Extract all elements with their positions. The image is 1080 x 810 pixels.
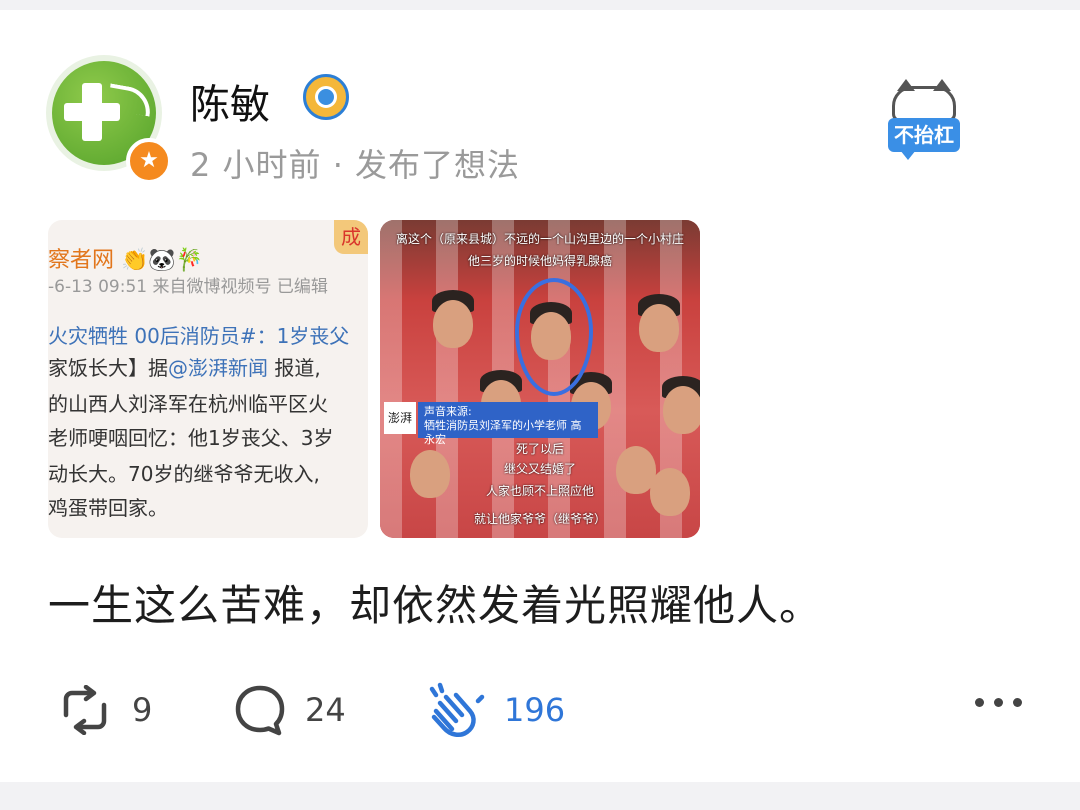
video-caption: 就让他家爷爷（继爷爷） xyxy=(473,512,606,526)
comment-count: 24 xyxy=(305,691,346,729)
comment-button[interactable]: 24 xyxy=(233,678,346,742)
mascot-tag: 不抬杠 xyxy=(888,118,960,152)
username[interactable]: 陈敏 xyxy=(190,72,270,130)
verified-star-icon: ★ xyxy=(126,138,172,184)
video-caption: 死了以后 xyxy=(515,442,564,456)
video-caption: 他三岁的时候他妈得乳腺癌 xyxy=(467,254,612,268)
clap-button[interactable]: 196 xyxy=(426,678,565,742)
post-meta: 2 小时前 · 发布了想法 xyxy=(190,146,521,184)
video-caption: 人家也顾不上照应他 xyxy=(485,484,594,498)
image1-line: 动长大。70岁的继爷爷无收入, xyxy=(48,462,320,486)
source-box: 声音来源: 牺牲消防员刘泽军的小学老师 高永宏 xyxy=(418,402,598,446)
clap-icon xyxy=(429,682,485,738)
cat-icon xyxy=(892,79,956,122)
comment-icon xyxy=(235,685,285,736)
video-caption: 离这个（原来县城）不远的一个山沟里边的一个小村庄 xyxy=(395,232,684,246)
image1-title: 察者网 👏🐼🎋 xyxy=(48,248,204,273)
image1-line: 火灾牺牲 00后消防员#：1岁丧父 xyxy=(48,324,350,348)
image1-date: -6-13 09:51 来自微博视频号 已编辑 xyxy=(48,277,328,297)
user-badge-icon xyxy=(303,74,349,120)
repost-icon xyxy=(63,685,107,735)
post-image-1[interactable]: 察者网 👏🐼🎋 -6-13 09:51 来自微博视频号 已编辑 火灾牺牲 00后… xyxy=(48,220,368,538)
repost-button[interactable]: 9 xyxy=(56,678,152,742)
thepaper-logo: 澎湃 xyxy=(384,402,416,434)
image1-line: 的山西人刘泽军在杭州临平区火 xyxy=(48,392,328,416)
post-image-2[interactable]: 离这个（原来县城）不远的一个山沟里边的一个小村庄 他三岁的时候他妈得乳腺癌 澎湃… xyxy=(380,220,700,538)
avatar[interactable]: ★ xyxy=(46,55,172,184)
video-caption: 继父又结婚了 xyxy=(503,462,576,476)
image1-line: 老师哽咽回忆：他1岁丧父、3岁 xyxy=(48,426,334,450)
repost-count: 9 xyxy=(132,691,153,729)
like-count: 196 xyxy=(504,691,566,729)
post-text: 一生这么苦难，却依然发着光照耀他人。 xyxy=(48,581,823,630)
image1-corner-badge: 成 xyxy=(334,220,368,254)
more-icon[interactable] xyxy=(975,698,1022,707)
post-card: ★ 陈敏 2 小时前 · 发布了想法 不抬杠 察者网 👏🐼🎋 -6-13 09:… xyxy=(0,10,1080,782)
action-bar: 9 24 196 xyxy=(0,678,1080,742)
image1-line: 家饭长大】据@澎湃新闻 报道, xyxy=(48,356,321,380)
image1-line: 鸡蛋带回家。 xyxy=(48,496,168,520)
no-argue-mascot[interactable]: 不抬杠 xyxy=(886,79,962,162)
